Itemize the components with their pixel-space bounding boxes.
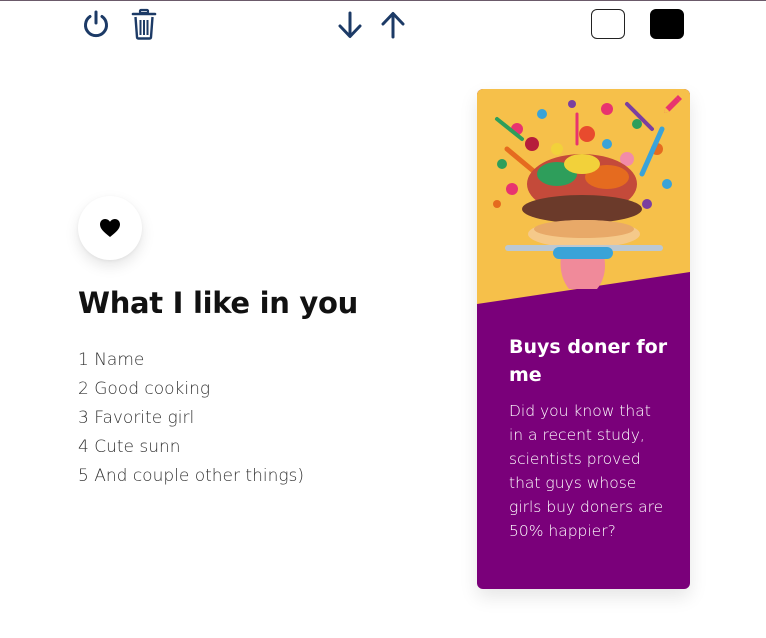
top-border — [0, 0, 766, 1]
heart-badge — [78, 196, 142, 260]
trash-icon — [131, 8, 157, 40]
swatch-black[interactable] — [650, 9, 684, 39]
list-item: 3 Favorite girl — [78, 408, 195, 428]
heart-icon — [100, 219, 120, 237]
move-up-button[interactable] — [379, 10, 407, 40]
arrow-up-icon — [381, 12, 405, 39]
list-item: 2 Good cooking — [78, 379, 211, 399]
feature-card: Buys doner for me Did you know that in a… — [477, 89, 690, 589]
swatch-white[interactable] — [591, 9, 625, 39]
card-title: Buys doner for me — [509, 336, 668, 386]
card-text: Did you know that in a recent study, sci… — [509, 402, 664, 540]
list-item: 5 And couple other things) — [78, 466, 305, 486]
move-down-button[interactable] — [336, 10, 364, 40]
power-button[interactable] — [80, 8, 112, 40]
list-item: 4 Cute sunn — [78, 437, 181, 457]
delete-button[interactable] — [129, 8, 159, 40]
card-body: Buys doner for me Did you know that in a… — [509, 333, 669, 543]
list-item: 1 Name — [78, 350, 145, 370]
arrow-down-icon — [338, 11, 362, 38]
power-icon — [84, 10, 108, 38]
like-list: 1 Name 2 Good cooking 3 Favorite girl 4 … — [78, 346, 304, 491]
section-title: What I like in you — [78, 286, 358, 320]
pencil-icon — [664, 95, 682, 113]
doner-illustration — [477, 89, 690, 304]
edit-button[interactable] — [660, 93, 684, 121]
